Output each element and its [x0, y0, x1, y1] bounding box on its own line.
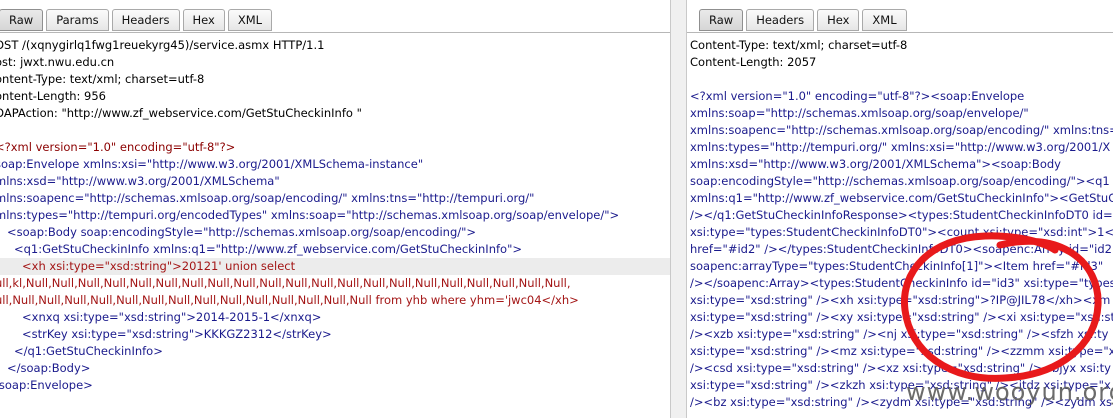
- response-tab-bar: Raw Headers Hex XML: [699, 9, 907, 31]
- xml-line: <q1:GetStuCheckinInfo xmlns:q1="http://w…: [14, 242, 522, 256]
- xml-line: <strKey xsi:type="xsd:string">KKKGZ2312<…: [22, 327, 332, 341]
- xml-line: xmlns:xsd="http://www.w3.org/2001/XMLSch…: [690, 157, 1061, 171]
- tab-raw[interactable]: Raw: [699, 9, 744, 31]
- content-length-header: Content-Length: 2057: [690, 55, 817, 69]
- xml-line-injected: ull,Null,Null,Null,Null,Null,Null,Null,N…: [0, 293, 579, 307]
- tab-raw[interactable]: Raw: [0, 9, 44, 31]
- xml-line: soapenc:arrayType="types:StudentCheckinI…: [690, 259, 1104, 273]
- xml-line: xmlns:types="http://tempuri.org/" xmlns:…: [690, 140, 1111, 154]
- xml-line: </soap:Body>: [7, 361, 91, 375]
- xml-line-injected: ull,kl,Null,Null,Null,Null,Null,Null,Nul…: [0, 276, 571, 290]
- response-viewer[interactable]: Content-Type: text/xml; charset=utf-8 Co…: [687, 32, 1113, 418]
- xml-line: soap:Envelope xmlns:xsi="http://www.w3.o…: [0, 157, 424, 171]
- content-length-header: ontent-Length: 956: [0, 89, 107, 103]
- request-tab-bar: Raw Params Headers Hex XML: [0, 9, 273, 31]
- xml-line: xsi:type="xsd:string" /><xy xsi:type="xs…: [690, 310, 1113, 324]
- pane-splitter[interactable]: [670, 0, 687, 418]
- tab-xml[interactable]: XML: [227, 9, 273, 31]
- xml-line: /><xzb xsi:type="xsd:string" /><nj xsi:t…: [690, 327, 1109, 341]
- xml-declaration: <?xml version="1.0" encoding="utf-8"?>: [0, 140, 236, 154]
- watermark: www.wooyun.org: [906, 378, 1113, 406]
- xml-line: /></soapenc:Array><types:StudentCheckinI…: [690, 276, 1113, 290]
- xml-line: href="#id2" /></types:StudentCheckinInfo…: [690, 242, 1113, 256]
- xml-line: /soap:Envelope>: [0, 378, 93, 392]
- response-panel: Raw Headers Hex XML Content-Type: text/x…: [686, 0, 1113, 418]
- xml-line: mlns:xsd="http://www.w3.org/2001/XMLSche…: [0, 174, 280, 188]
- request-editor[interactable]: OST /(xqnygirlq1fwg1reuekyrg45)/service.…: [0, 32, 670, 418]
- content-type-header: ontent-Type: text/xml; charset=utf-8: [0, 72, 205, 86]
- request-line: OST /(xqnygirlq1fwg1reuekyrg45)/service.…: [0, 38, 325, 52]
- xml-line: soap:encodingStyle="http://schemas.xmlso…: [690, 174, 1110, 188]
- tab-headers[interactable]: Headers: [111, 9, 180, 31]
- soapaction-header: OAPAction: "http://www.zf_webservice.com…: [0, 106, 362, 120]
- xml-line: xsi:type="xsd:string" /><mz xsi:type="xs…: [690, 344, 1113, 358]
- content-type-header: Content-Type: text/xml; charset=utf-8: [690, 38, 908, 52]
- xml-line: xmlns:q1="http://www.zf_webservice.com/G…: [690, 191, 1113, 205]
- xml-line: </q1:GetStuCheckinInfo>: [14, 344, 163, 358]
- xml-line: /></q1:GetStuCheckinInfoResponse><types:…: [690, 208, 1113, 222]
- xml-line: <soap:Body soap:encodingStyle="http://sc…: [7, 225, 477, 239]
- xml-line: xmlns:soapenc="http://schemas.xmlsoap.or…: [690, 123, 1113, 137]
- tab-xml[interactable]: XML: [862, 9, 907, 31]
- xml-line-leaked-value: xsi:type="xsd:string" /><xh xsi:type="xs…: [690, 293, 1113, 307]
- xml-line: mlns:types="http://tempuri.org/encodedTy…: [0, 208, 620, 222]
- xml-line: /><csd xsi:type="xsd:string" /><xz xsi:t…: [690, 361, 1111, 375]
- xml-line-injected: <xh xsi:type="xsd:string">20121' union s…: [22, 259, 296, 273]
- xml-line: <?xml version="1.0" encoding="utf-8"?><s…: [690, 89, 1025, 103]
- request-panel: Raw Params Headers Hex XML OST /(xqnygir…: [0, 0, 670, 418]
- xml-line: mlns:soapenc="http://schemas.xmlsoap.org…: [0, 191, 535, 205]
- xml-line: xmlns:soap="http://schemas.xmlsoap.org/s…: [690, 106, 1029, 120]
- xml-line: xsi:type="types:StudentCheckinInfoDT0"><…: [690, 225, 1113, 239]
- host-header: ost: jwxt.nwu.edu.cn: [0, 55, 115, 69]
- xml-line: <xnxq xsi:type="xsd:string">2014-2015-1<…: [22, 310, 322, 324]
- tab-hex[interactable]: Hex: [817, 9, 860, 31]
- tab-params[interactable]: Params: [46, 9, 109, 31]
- tab-hex[interactable]: Hex: [182, 9, 225, 31]
- tab-headers[interactable]: Headers: [746, 9, 815, 31]
